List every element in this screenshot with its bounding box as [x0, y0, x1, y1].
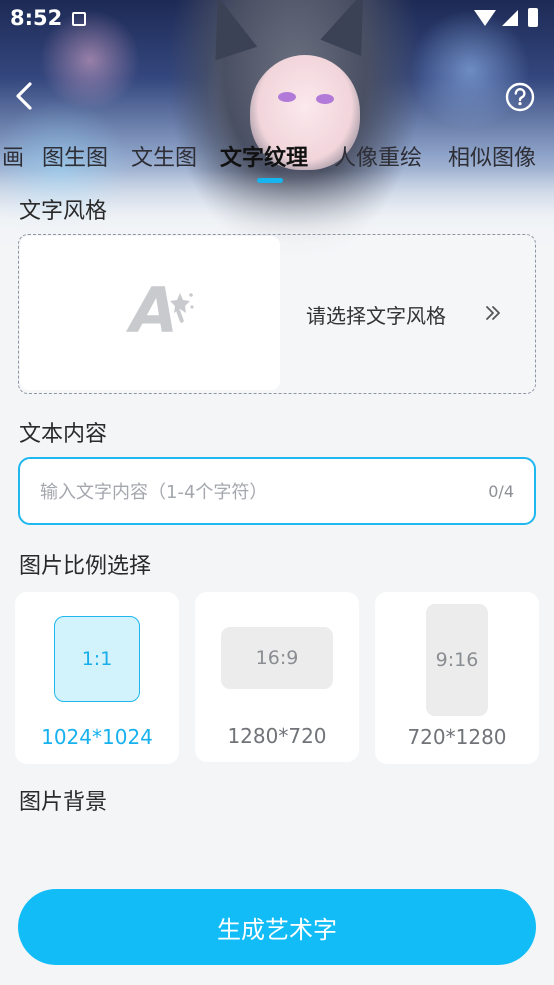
tab-painting[interactable]: 画 [2, 140, 24, 172]
battery-icon [528, 8, 538, 27]
ratio-size-label: 1024*1024 [41, 725, 153, 749]
magic-sparkle-icon [170, 293, 194, 323]
tab-portrait-redraw[interactable]: 人像重绘 [334, 140, 422, 172]
double-chevron-right-icon[interactable] [484, 304, 502, 322]
tab-text-texture[interactable]: 文字纹理 [220, 140, 308, 172]
tab-image-to-image[interactable]: 图生图 [42, 140, 108, 172]
chevron-left-icon [16, 82, 32, 110]
notification-icon [72, 12, 86, 26]
signal-icon [502, 10, 518, 26]
tab-text-to-image[interactable]: 文生图 [131, 140, 197, 172]
ratio-option-9-16[interactable]: 9:16 720*1280 [375, 592, 539, 764]
ratio-option-1-1[interactable]: 1:1 1024*1024 [15, 592, 179, 764]
back-button[interactable] [12, 80, 40, 112]
generate-art-text-button[interactable]: 生成艺术字 [18, 889, 536, 965]
wifi-icon [474, 10, 496, 26]
tab-similar-image[interactable]: 相似图像 [448, 140, 536, 172]
help-button[interactable] [505, 82, 535, 112]
question-circle-icon [505, 82, 535, 112]
character-counter: 0/4 [488, 482, 514, 501]
status-bar: 8:52 [0, 0, 554, 38]
text-style-label[interactable]: 请选择文字风格 [306, 300, 446, 329]
status-time: 8:52 [10, 6, 63, 30]
section-title-text-content: 文本内容 [19, 422, 108, 447]
ratio-preview-1-1: 1:1 [54, 616, 140, 702]
text-content-input[interactable] [40, 479, 460, 505]
ratio-preview-16-9: 16:9 [221, 627, 333, 689]
text-style-preview[interactable]: A [20, 236, 280, 390]
ratio-option-16-9[interactable]: 16:9 1280*720 [195, 592, 359, 762]
ratio-preview-9-16: 9:16 [426, 604, 488, 716]
section-title-ratio: 图片比例选择 [19, 554, 152, 579]
ratio-size-label: 720*1280 [407, 725, 507, 749]
active-tab-indicator [257, 178, 283, 183]
section-title-background: 图片背景 [19, 790, 108, 815]
text-content-field[interactable]: 0/4 [18, 457, 536, 525]
ratio-size-label: 1280*720 [227, 724, 327, 748]
section-title-text-style: 文字风格 [19, 199, 108, 224]
